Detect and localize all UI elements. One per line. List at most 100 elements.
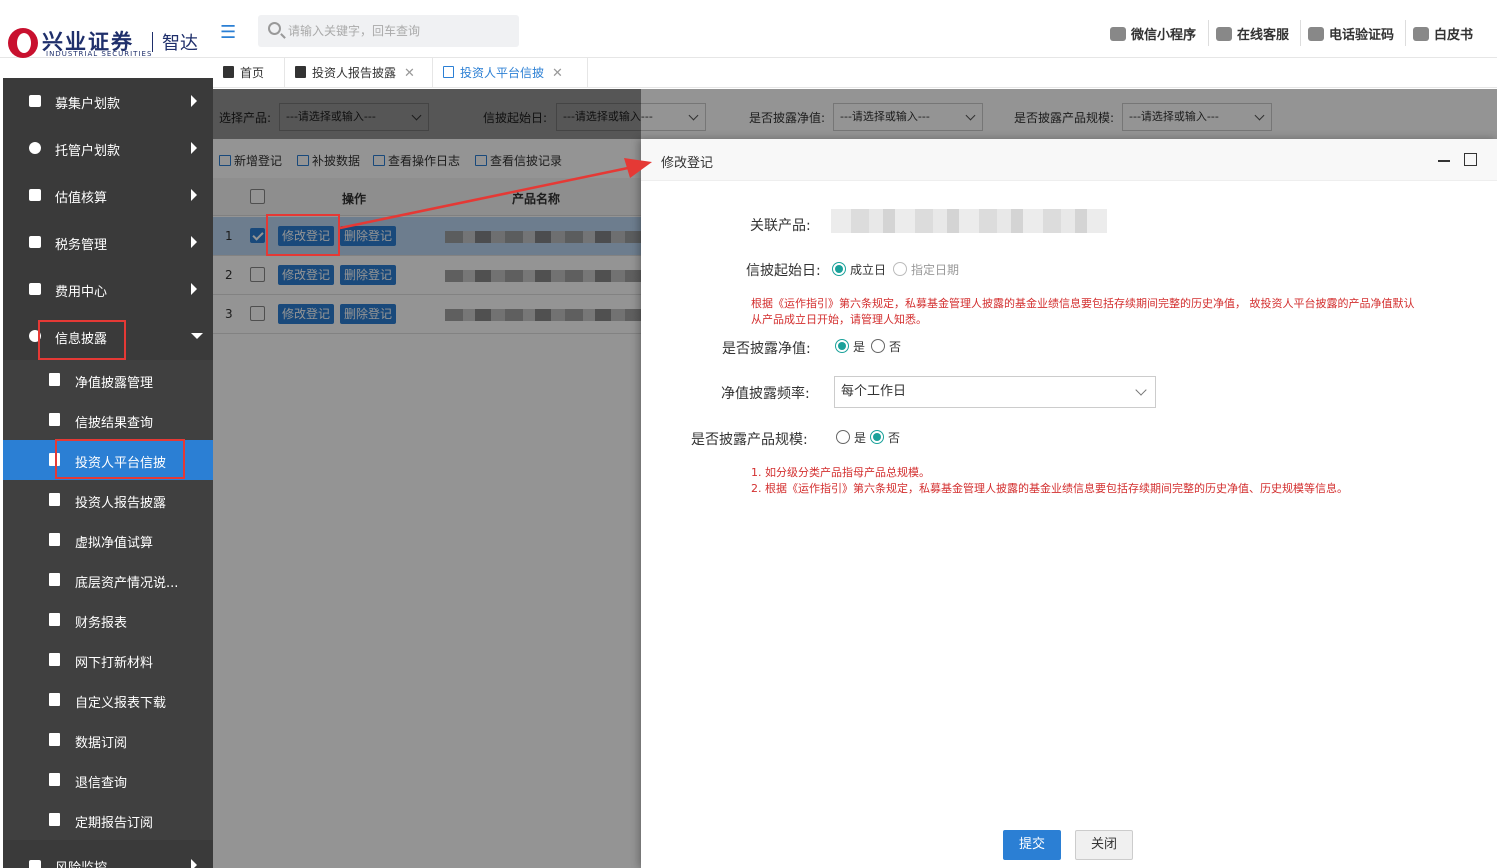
sidebar-subitem-result-query[interactable]: 信披结果查询	[3, 400, 213, 440]
image-icon	[443, 66, 454, 78]
chevron-right-icon	[191, 236, 197, 248]
scale-no-radio[interactable]	[870, 430, 884, 444]
tab-bar: 首页 投资人报告披露 ✕ 投资人平台信披 ✕	[213, 58, 1497, 88]
sidebar-item-risk-monitor[interactable]: 风险监控	[3, 840, 213, 868]
shield-icon	[29, 860, 41, 868]
maximize-icon[interactable]	[1464, 153, 1477, 166]
header-divider	[1300, 20, 1301, 46]
sidebar-item-valuation[interactable]: 估值核算	[3, 172, 213, 219]
plus-icon	[49, 733, 60, 746]
sidebar-subitem-financial-reports[interactable]: 财务报表	[3, 600, 213, 640]
sidebar-item-label: 托管户划款	[55, 144, 121, 159]
disclose-scale-label: 是否披露产品规模:	[691, 432, 808, 448]
annotation-box	[266, 214, 340, 256]
sidebar-item-fundraising-transfer[interactable]: 募集户划款	[3, 78, 213, 125]
online-service-label: 在线客服	[1237, 28, 1290, 43]
sidebar-item-label: 费用中心	[55, 285, 108, 300]
sidebar-item-label: 风险监控	[55, 857, 107, 868]
sidebar-subitem-data-subscription[interactable]: 数据订阅	[3, 720, 213, 760]
chevron-right-icon	[191, 859, 197, 868]
image-icon	[49, 693, 60, 706]
nav-yes-radio[interactable]	[835, 339, 849, 353]
scale-icon	[29, 236, 41, 248]
nav-frequency-select[interactable]: 每个工作日	[834, 376, 1156, 408]
sidebar-subitem-investor-report[interactable]: 投资人报告披露	[3, 480, 213, 520]
online-service-link[interactable]: 在线客服	[1216, 24, 1289, 43]
search-icon	[268, 22, 281, 35]
tab-investor-report[interactable]: 投资人报告披露 ✕	[285, 58, 433, 88]
close-icon[interactable]: ✕	[552, 66, 563, 81]
sidebar-subitem-label: 数据订阅	[75, 736, 128, 751]
document-icon	[49, 373, 60, 386]
sidebar-item-tax[interactable]: 税务管理	[3, 219, 213, 266]
wechat-icon	[1110, 27, 1126, 41]
document-icon	[49, 493, 60, 506]
modal-backdrop	[213, 89, 641, 868]
menu-toggle-icon[interactable]: ☰	[220, 22, 236, 43]
sidebar-subitem-label: 定期报告订阅	[75, 816, 154, 831]
tab-investor-platform[interactable]: 投资人平台信披 ✕	[433, 58, 588, 88]
chevron-right-icon	[191, 95, 197, 107]
document-icon	[295, 66, 306, 78]
whitepaper-link[interactable]: 白皮书	[1413, 24, 1473, 43]
phone-code-link[interactable]: 电话验证码	[1308, 24, 1394, 43]
start-date-label: 信披起始日:	[746, 263, 821, 279]
header-divider	[1405, 20, 1406, 46]
nav-no-radio[interactable]	[871, 339, 885, 353]
chevron-right-icon	[191, 189, 197, 201]
minimize-icon[interactable]	[1438, 160, 1450, 162]
start-founding-label: 成立日	[850, 263, 887, 277]
disclosure-note-line: 从产品成立日开始，请管理人知悉。	[751, 313, 927, 326]
image-icon	[49, 573, 60, 586]
sidebar-subitem-underlying-assets[interactable]: 底层资产情况说...	[3, 560, 213, 600]
chart-icon	[29, 189, 41, 201]
wechat-miniapp-label: 微信小程序	[1131, 28, 1197, 43]
sidebar-subitem-periodic-report[interactable]: 定期报告订阅	[3, 800, 213, 840]
submit-button[interactable]: 提交	[1003, 830, 1061, 860]
logo-english: INDUSTRIAL SECURITIES	[46, 50, 153, 58]
sidebar-subitem-virtual-nav[interactable]: 虚拟净值试算	[3, 520, 213, 560]
sidebar-item-label: 税务管理	[55, 238, 108, 253]
sidebar-subitem-label: 虚拟净值试算	[75, 536, 154, 551]
nav-no-label: 否	[889, 340, 902, 354]
wechat-miniapp-link[interactable]: 微信小程序	[1110, 24, 1196, 43]
sidebar-item-custody-transfer[interactable]: 托管户划款	[3, 125, 213, 172]
image-icon	[49, 613, 60, 626]
logo-icon	[8, 28, 38, 58]
disclosure-note-line: 根据《运作指引》第六条规定，私募基金管理人披露的基金业绩信息要包括存续期间完整的…	[751, 297, 1415, 310]
document-icon	[49, 653, 60, 666]
start-custom-radio[interactable]	[893, 262, 907, 276]
bell-icon	[29, 95, 41, 107]
sidebar-subitem-label: 信披结果查询	[75, 416, 154, 431]
tab-label: 投资人报告披露	[312, 66, 397, 80]
nav-frequency-label: 净值披露频率:	[721, 386, 810, 402]
sidebar-subitem-label: 净值披露管理	[75, 376, 154, 391]
user-icon	[1216, 27, 1232, 41]
document-icon	[29, 283, 41, 295]
scale-note-line: 2. 根据《运作指引》第六条规定，私募基金管理人披露的基金业绩信息要包括存续期间…	[751, 482, 1348, 495]
disclose-nav-label: 是否披露净值:	[722, 341, 811, 357]
target-icon	[29, 142, 41, 154]
sidebar-subitem-nav-disclosure[interactable]: 净值披露管理	[3, 360, 213, 400]
plus-icon	[49, 813, 60, 826]
image-icon	[49, 413, 60, 426]
close-button[interactable]: 关闭	[1075, 830, 1133, 860]
sidebar-subitem-ipo-materials[interactable]: 网下打新材料	[3, 640, 213, 680]
tab-home[interactable]: 首页	[213, 58, 285, 88]
sidebar-subitem-bounce-query[interactable]: 退信查询	[3, 760, 213, 800]
chevron-right-icon	[191, 142, 197, 154]
related-product-label: 关联产品:	[750, 218, 811, 234]
close-icon[interactable]: ✕	[404, 66, 415, 81]
sidebar-item-label: 估值核算	[55, 191, 108, 206]
phone-icon	[1308, 27, 1324, 41]
sidebar-subitem-label: 财务报表	[75, 616, 128, 631]
annotation-box	[55, 439, 185, 479]
sidebar-subitem-custom-report[interactable]: 自定义报表下载	[3, 680, 213, 720]
start-founding-radio[interactable]	[832, 262, 846, 276]
search-input[interactable]	[288, 21, 508, 41]
phone-code-label: 电话验证码	[1329, 28, 1395, 43]
scale-yes-radio[interactable]	[836, 430, 850, 444]
search-box[interactable]	[258, 15, 519, 47]
sidebar-subitem-label: 自定义报表下载	[75, 696, 167, 711]
sidebar-item-fees[interactable]: 费用中心	[3, 266, 213, 313]
